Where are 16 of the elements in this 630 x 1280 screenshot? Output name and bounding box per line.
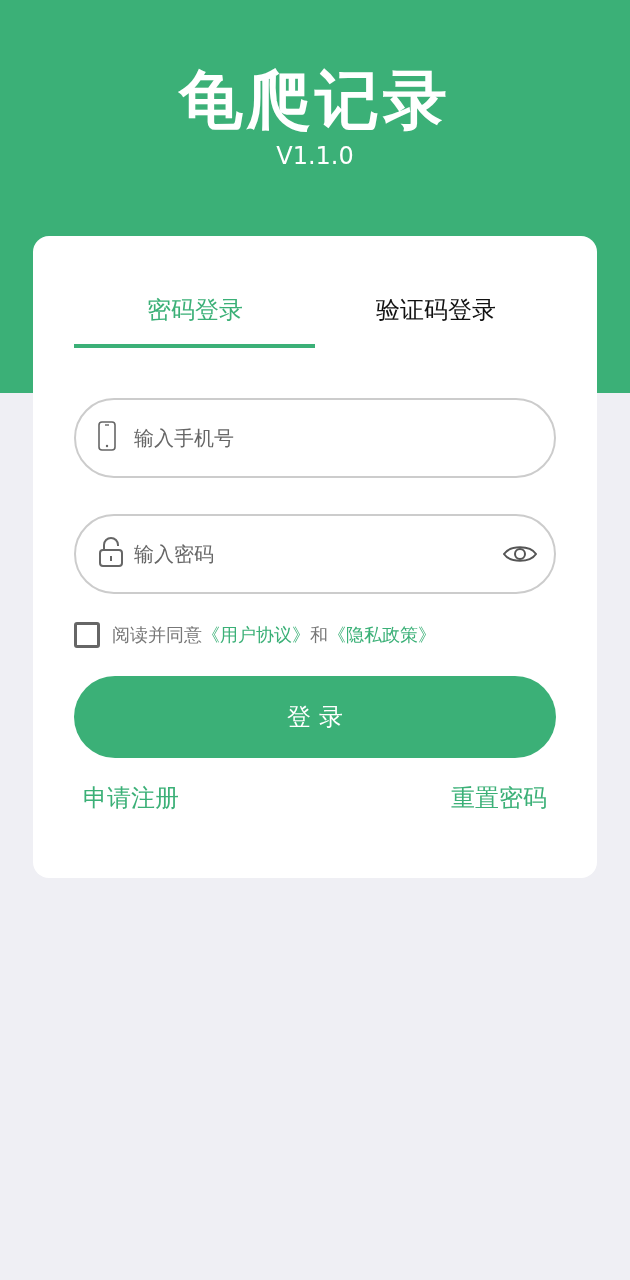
phone-icon [98,421,116,451]
lock-icon [98,536,124,568]
phone-field[interactable]: 输入手机号 [74,398,556,478]
user-agreement-link[interactable]: 《用户协议》 [202,624,310,645]
version-label: V1.1.0 [276,142,354,170]
agree-checkbox[interactable] [74,622,100,648]
login-tab[interactable]: 验证码登录 [315,276,556,348]
register-link[interactable]: 申请注册 [83,782,179,814]
eye-icon[interactable] [502,543,538,565]
login-tab[interactable]: 密码登录 [74,276,315,348]
reset-password-link[interactable]: 重置密码 [451,782,547,814]
privacy-policy-link[interactable]: 《隐私政策》 [328,624,436,645]
agreement-text: 阅读并同意《用户协议》和《隐私政策》 [112,623,436,647]
login-button[interactable]: 登 录 [74,676,556,758]
app-title: 龟爬记录 [179,62,451,138]
password-field[interactable]: 输入密码 [74,514,556,594]
